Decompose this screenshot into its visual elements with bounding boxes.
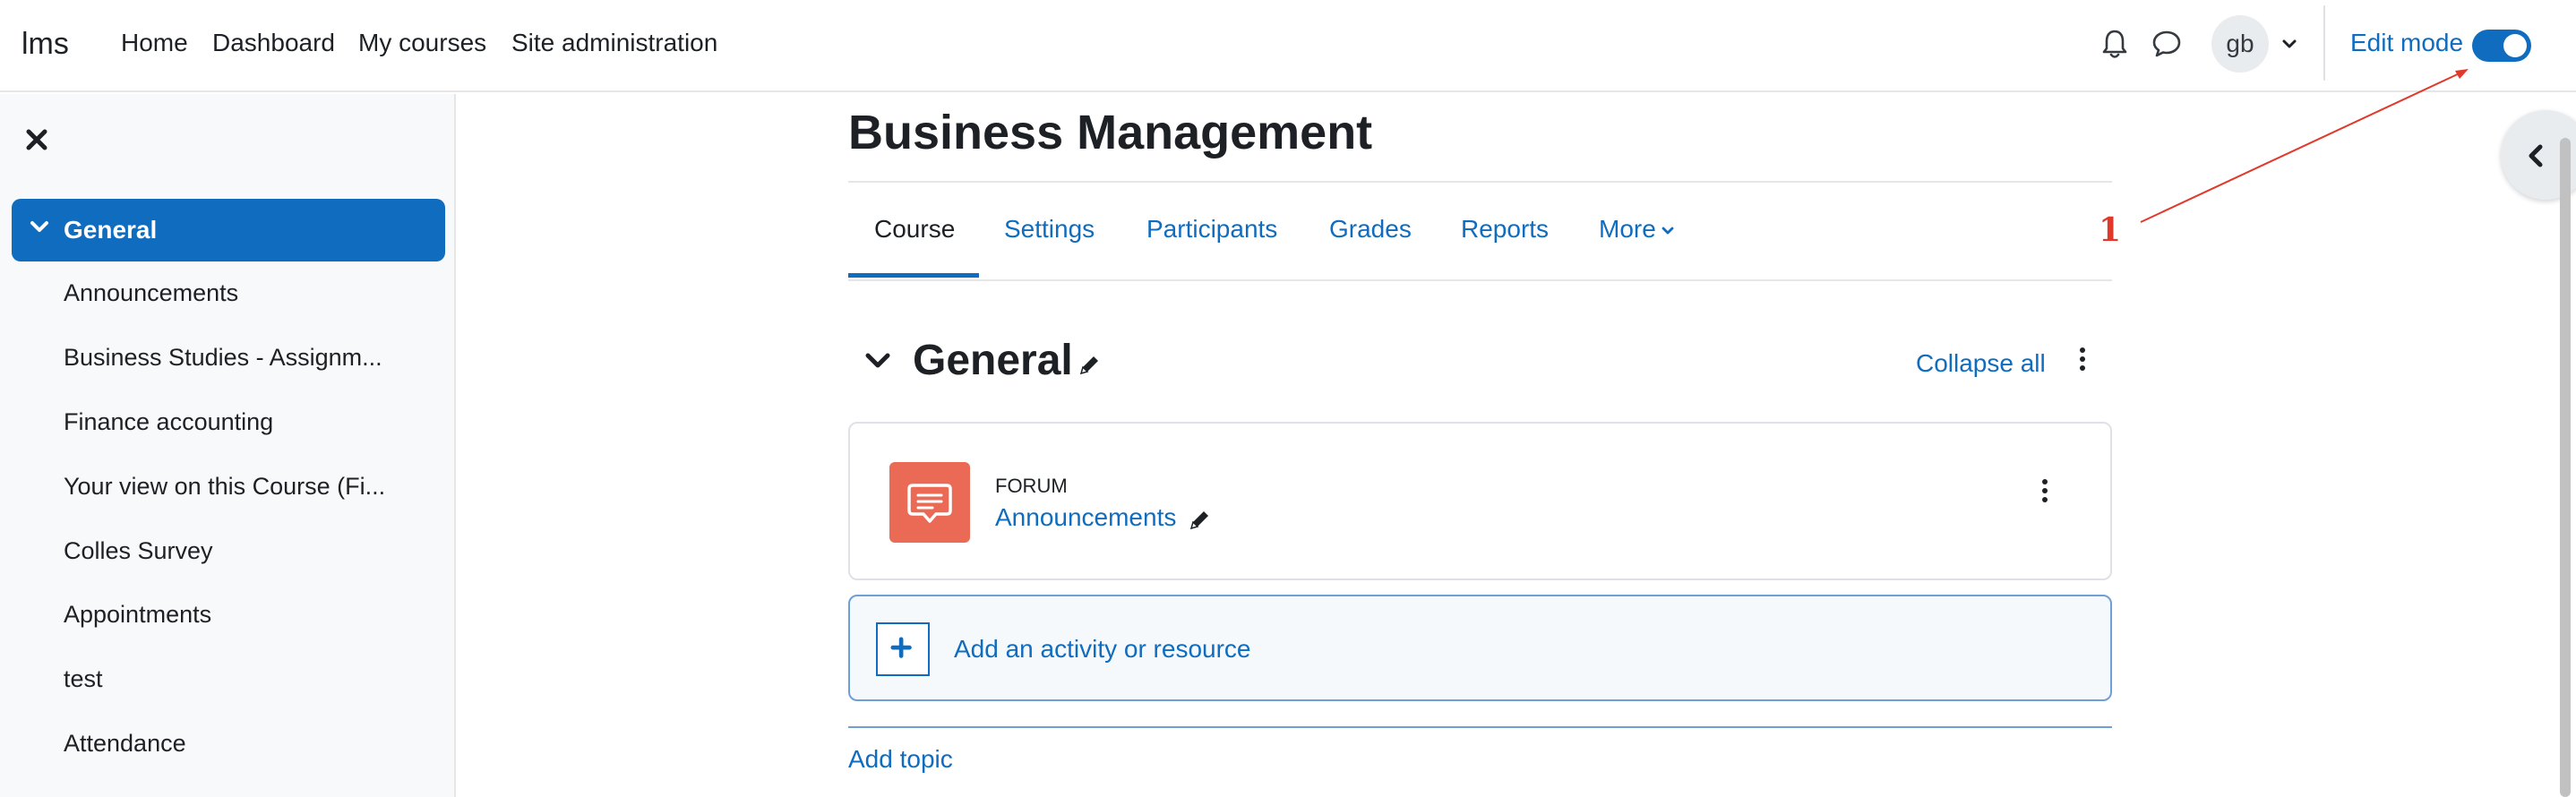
course-index-drawer: General Announcements Business Studies -… [0,94,456,797]
collapse-all-link[interactable]: Collapse all [1916,349,2046,378]
annotation-label: 1 [2099,211,2122,249]
tab-course[interactable]: Course [874,215,955,244]
section-title: General [913,337,1073,384]
drawer-item-appointments[interactable]: Appointments [64,601,211,629]
drawer-item-finance-accounting[interactable]: Finance accounting [64,408,273,436]
activity-link-announcements[interactable]: Announcements [995,503,1176,532]
annotation-arrow [2140,69,2469,223]
drawer-item-announcements[interactable]: Announcements [64,279,238,307]
page-title: Business Management [848,106,1373,159]
chevron-down-icon[interactable] [864,351,891,371]
drawer-item-colles-survey[interactable]: Colles Survey [64,537,213,565]
plus-icon [876,622,930,676]
tab-reports[interactable]: Reports [1461,215,1549,244]
add-activity-button[interactable]: Add an activity or resource [848,595,2112,701]
drawer-section-title: General [64,216,158,244]
nav-link-site-administration[interactable]: Site administration [511,29,717,57]
pencil-icon[interactable] [1187,508,1212,533]
tab-more-label: More [1599,215,1656,243]
drawer-item-your-view[interactable]: Your view on this Course (Fi... [64,473,385,501]
chevron-left-icon [2529,144,2543,167]
tab-settings[interactable]: Settings [1004,215,1095,244]
nav-link-dashboard[interactable]: Dashboard [212,29,335,57]
nav-link-home[interactable]: Home [121,29,188,57]
drawer-item-business-studies[interactable]: Business Studies - Assignm... [64,344,382,372]
divider [848,181,2112,183]
chevron-down-icon[interactable] [2281,36,2297,52]
section-kebab-icon[interactable] [2079,347,2086,373]
nav-link-my-courses[interactable]: My courses [358,29,486,57]
drawer-item-test[interactable]: test [64,665,103,693]
forum-icon[interactable] [889,462,970,543]
toggle-knob [2503,34,2527,57]
add-topic-link[interactable]: Add topic [848,745,953,774]
tab-grades[interactable]: Grades [1329,215,1412,244]
add-activity-label: Add an activity or resource [954,635,1251,663]
divider [848,279,2112,281]
activity-card: FORUM Announcements [848,422,2112,580]
divider [848,726,2112,728]
activity-kebab-icon[interactable] [2041,479,2048,504]
site-brand[interactable]: lms [21,27,69,62]
chevron-down-icon[interactable] [30,220,49,235]
pencil-icon[interactable] [1077,353,1102,378]
activity-type-label: FORUM [995,475,1068,497]
tab-more[interactable]: More [1599,215,1674,244]
chevron-down-icon [1662,227,1674,235]
tab-participants[interactable]: Participants [1146,215,1277,244]
drawer-item-attendance[interactable]: Attendance [64,730,186,758]
active-tab-indicator [848,273,979,278]
close-icon[interactable] [25,128,48,151]
page-scrollbar[interactable] [2560,138,2571,797]
drawer-section-general[interactable]: General [12,199,445,261]
